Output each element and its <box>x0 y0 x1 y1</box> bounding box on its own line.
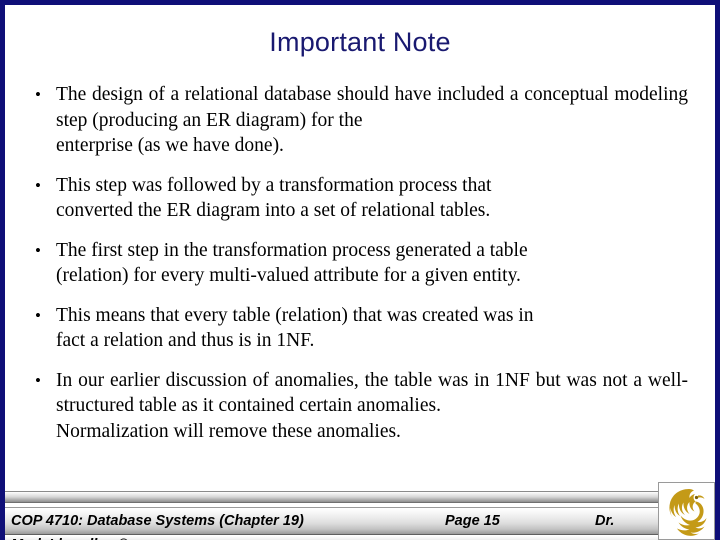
bullet-text: The design of a relational database shou… <box>56 82 688 159</box>
bullet-text-main: This step was followed by a transformati… <box>56 174 492 196</box>
bullet-text-main: In our earlier discussion of anomalies, … <box>56 369 688 417</box>
bullet-text-main: The design of a relational database shou… <box>56 84 688 131</box>
bullet-item: • In our earlier discussion of anomalies… <box>26 368 688 445</box>
bullet-item: • This step was followed by a transforma… <box>26 173 688 224</box>
bullet-text: This means that every table (relation) t… <box>56 303 688 354</box>
slide: Important Note • The design of a relatio… <box>0 0 720 540</box>
bullet-marker-icon: • <box>35 175 41 195</box>
bullet-text-lastline: Normalization will remove these anomalie… <box>56 420 401 442</box>
bullet-text: In our earlier discussion of anomalies, … <box>56 368 688 445</box>
bullet-text-lastline: (relation) for every multi-valued attrib… <box>56 265 521 286</box>
bullet-text: This step was followed by a transformati… <box>56 173 688 224</box>
bullet-text-lastline: enterprise (as we have done). <box>56 135 284 156</box>
bullet-marker-icon: • <box>35 240 41 260</box>
footer-page-number: Page 15 <box>445 513 500 529</box>
slide-border-right <box>715 0 720 540</box>
footer-author-label: Mark Llewellyn © <box>11 535 129 540</box>
footer-course-label: COP 4710: Database Systems (Chapter 19) <box>11 513 304 529</box>
bullet-marker-icon: • <box>35 85 41 104</box>
bullet-item: • The first step in the transformation p… <box>26 238 688 289</box>
footer-presenter-title: Dr. <box>595 513 615 529</box>
slide-border-left <box>0 0 5 540</box>
bullet-text-lastline: converted the ER diagram into a set of r… <box>56 200 491 221</box>
slide-footer: COP 4710: Database Systems (Chapter 19) … <box>5 485 715 540</box>
slide-border-top <box>0 0 720 5</box>
bullet-list: • The design of a relational database sh… <box>26 82 688 444</box>
bullet-text: The first step in the transformation pro… <box>56 238 688 289</box>
pegasus-icon <box>659 483 714 539</box>
slide-title: Important Note <box>269 27 451 57</box>
bullet-item: • This means that every table (relation)… <box>26 303 688 354</box>
bullet-text-main: This means that every table (relation) t… <box>56 304 534 326</box>
bullet-text-lastline: fact a relation and thus is in 1NF. <box>56 330 315 351</box>
bullet-text-main: The first step in the transformation pro… <box>56 239 528 261</box>
footer-top-strip <box>5 491 715 503</box>
bullet-item: • The design of a relational database sh… <box>26 82 688 159</box>
bullet-marker-icon: • <box>35 305 41 325</box>
ucf-pegasus-logo <box>658 482 715 540</box>
bullet-marker-icon: • <box>35 370 41 390</box>
